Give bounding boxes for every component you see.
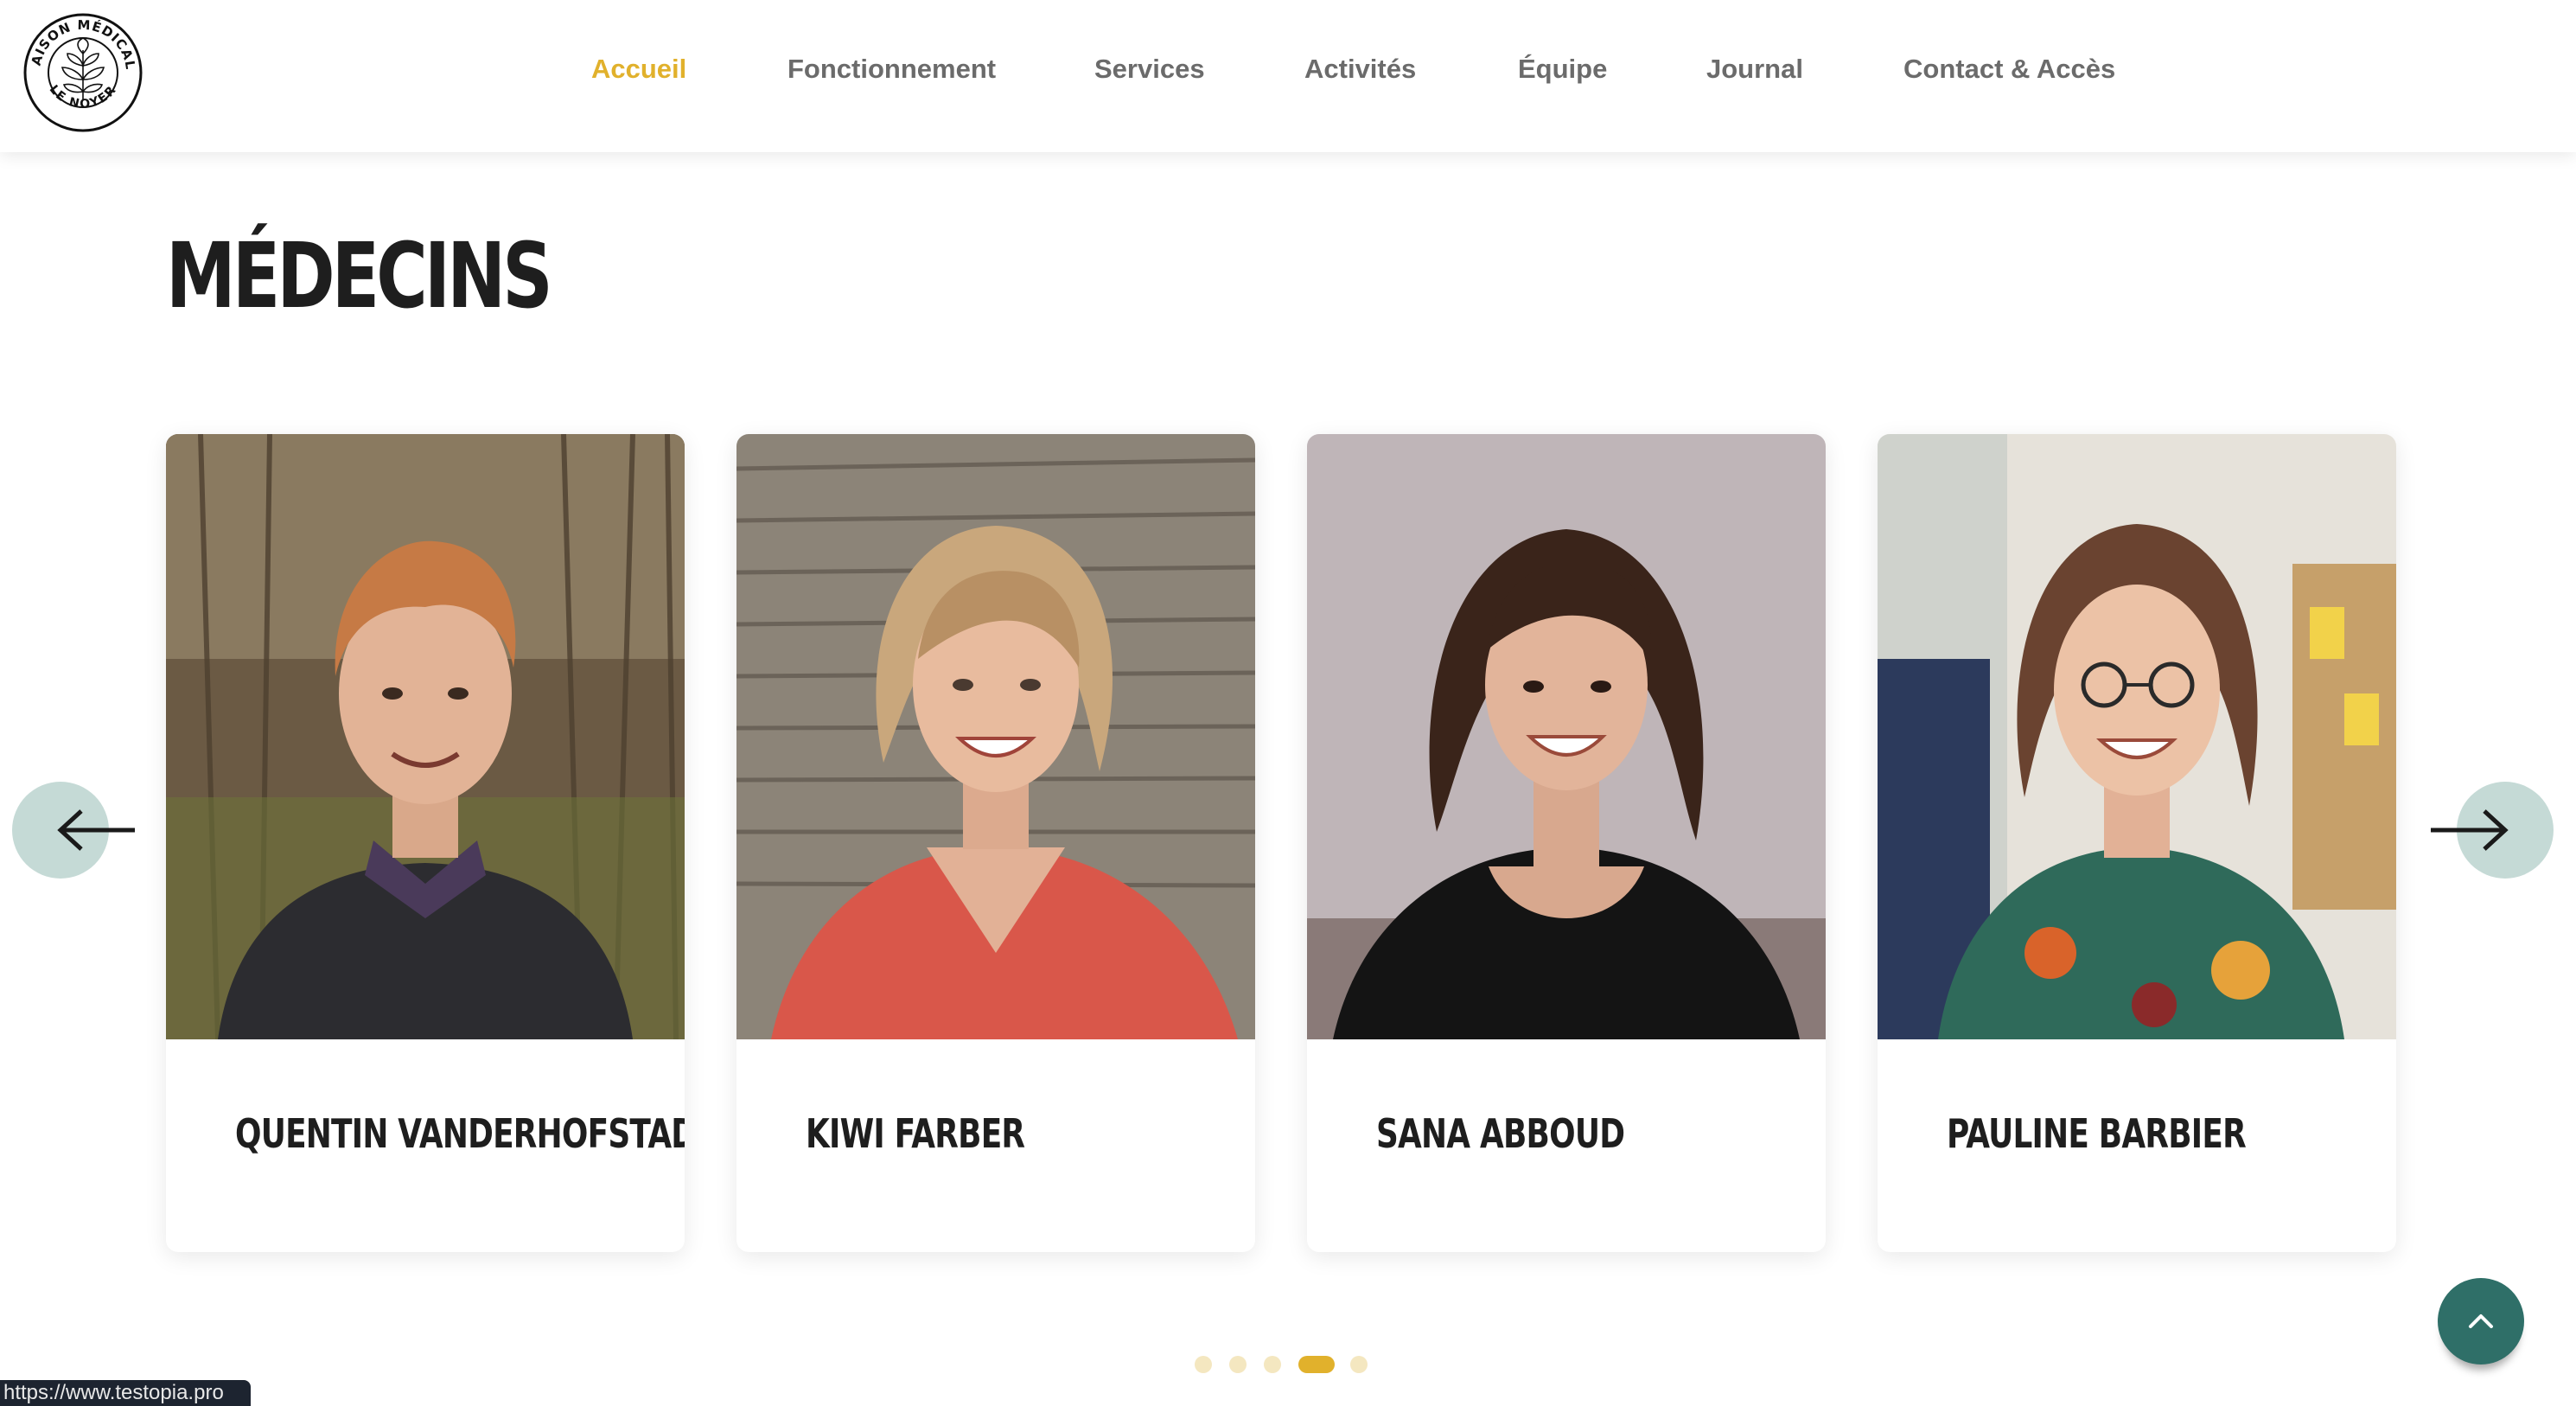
chevron-up-icon (2469, 1314, 2493, 1328)
doctor-photo (1307, 434, 1826, 1039)
doctor-photo (736, 434, 1255, 1039)
nav-item-contact[interactable]: Contact & Accès (1903, 54, 2115, 85)
nav-item-equipe[interactable]: Équipe (1518, 54, 1607, 85)
nav-item-accueil[interactable]: Accueil (591, 54, 686, 85)
carousel-dot-active[interactable] (1298, 1356, 1335, 1373)
doctor-photo (1878, 434, 2396, 1039)
back-to-top-button[interactable] (2438, 1278, 2524, 1364)
arrow-right-icon (2431, 809, 2509, 851)
nav-item-journal[interactable]: Journal (1706, 54, 1803, 85)
carousel-dot[interactable] (1264, 1356, 1281, 1373)
doctor-name: SANA ABBOUD (1376, 1110, 1625, 1157)
doctor-card[interactable]: PAULINE BARBIER (1878, 434, 2396, 1252)
doctor-name: QUENTIN VANDERHOFSTADT (235, 1110, 685, 1157)
doctor-card[interactable]: KIWI FARBER (736, 434, 1255, 1252)
site-header: MAISON MÉDICALE LE NOYER Accueil Fonctio… (0, 0, 2576, 152)
doctor-name: KIWI FARBER (806, 1110, 1025, 1157)
nav-item-fonctionnement[interactable]: Fonctionnement (787, 54, 996, 85)
nav-item-activites[interactable]: Activités (1304, 54, 1416, 85)
arrow-left-icon (57, 809, 135, 851)
doctor-card[interactable]: SANA ABBOUD (1307, 434, 1826, 1252)
carousel-prev-button[interactable] (12, 782, 135, 879)
doctor-name: PAULINE BARBIER (1947, 1110, 2247, 1157)
carousel-dot[interactable] (1350, 1356, 1368, 1373)
carousel-dot[interactable] (1195, 1356, 1212, 1373)
doctor-card[interactable]: QUENTIN VANDERHOFSTADT (166, 434, 685, 1252)
carousel-next-button[interactable] (2431, 782, 2554, 879)
section-title: MÉDECINS (166, 223, 553, 329)
status-bar-url: https://www.testopia.pro (0, 1380, 251, 1406)
doctor-photo (166, 434, 685, 1039)
nav-item-services[interactable]: Services (1094, 54, 1205, 85)
main-nav: Accueil Fonctionnement Services Activité… (0, 0, 2576, 145)
carousel-dot[interactable] (1229, 1356, 1247, 1373)
